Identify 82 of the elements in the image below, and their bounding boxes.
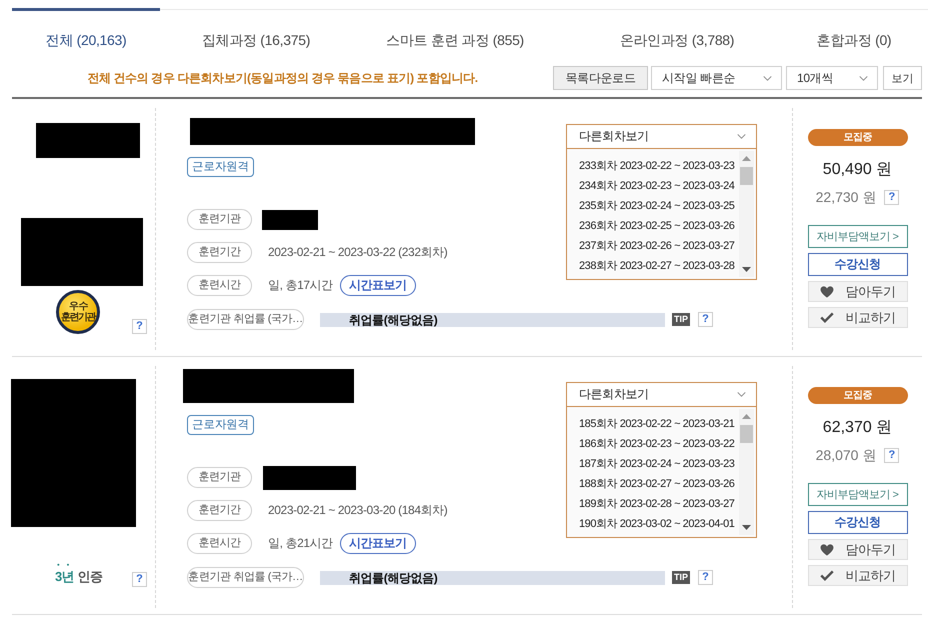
scroll-up-icon[interactable] [742,156,751,161]
redacted-block [262,210,318,230]
chevron-down-icon [737,134,746,139]
chevron-down-icon [737,392,746,397]
check-icon [820,312,834,323]
badge-text: 우 수 [69,301,87,312]
detail-value: 일, 총17시간 [268,277,333,294]
session-option[interactable]: 185회차 2023-02-22 ~ 2023-03-21 [579,414,734,434]
download-button[interactable]: 목록다운로드 [553,66,648,90]
status-badge: 모집중 [808,129,908,146]
chevron-down-icon [763,76,772,80]
session-option[interactable]: 233회차 2023-02-22 ~ 2023-03-23 [579,156,734,176]
cost-view-button[interactable]: 자비부담액보기 > [808,225,908,248]
session-option[interactable]: 187회차 2023-02-24 ~ 2023-03-23 [579,454,734,474]
detail-value: 일, 총21시간 [268,535,333,552]
scroll-up-icon[interactable] [742,414,751,419]
session-option[interactable]: 234회차 2023-02-23 ~ 2023-03-24 [579,176,734,196]
detail-label: 훈련시간 [187,533,252,554]
notice-text: 전체 건수의 경우 다른회차보기(동일과정의 경우 묶음으로 표기) 포함입니다. [86,70,479,86]
help-button[interactable]: ? [698,570,713,585]
compare-button[interactable]: 비교하기 [808,565,908,586]
scrollbar-thumb[interactable] [740,167,753,185]
check-icon [820,570,834,581]
tab[interactable]: 집체과정 (16,375) [160,8,352,57]
sort-select[interactable]: 시작일 빠른순 [651,66,782,90]
employment-rate-bar: 취업률(해당없음) [320,570,665,584]
tip-badge[interactable]: TIP [672,571,690,584]
heart-icon [820,286,834,298]
help-button[interactable]: ? [132,572,147,587]
tab[interactable]: 전체 (20,163) [12,8,160,57]
timetable-button[interactable]: 시간표보기 [340,533,416,554]
tab[interactable]: 스마트 훈련 과정 (855) [352,8,558,57]
page-size-select[interactable]: 10개씩 [786,66,878,90]
course-tag: 근로자원격 [187,157,254,177]
course-tag: 근로자원격 [187,415,254,435]
tab[interactable]: 혼합과정 (0) [796,8,912,57]
price-text: 62,370 원 [822,418,892,438]
status-badge: 모집중 [808,387,908,404]
save-button[interactable]: 담아두기 [808,539,908,560]
session-option[interactable]: 188회차 2023-02-27 ~ 2023-03-26 [579,474,734,494]
chevron-down-icon [859,76,868,80]
detail-label: 훈련기간 [187,242,252,263]
compare-button[interactable]: 비교하기 [808,307,908,328]
session-option[interactable]: 235회차 2023-02-24 ~ 2023-03-25 [579,196,734,216]
help-button[interactable]: ? [884,190,900,204]
self-pay-text: 28,070 원 [816,446,876,465]
session-option[interactable]: 238회차 2023-02-27 ~ 2023-03-28 [579,256,734,276]
cost-view-button[interactable]: 자비부담액보기 > [808,483,908,506]
save-button[interactable]: 담아두기 [808,281,908,302]
help-button[interactable]: ? [132,319,147,334]
detail-value: 2023-02-21 ~ 2023-03-20 (184회차) [268,502,448,519]
badge-text: 훈련기관 [61,312,95,323]
tab[interactable]: 온라인과정 (3,788) [558,8,796,57]
session-option[interactable]: 236회차 2023-02-25 ~ 2023-03-26 [579,216,734,236]
certification-label: 3년 인증 [55,568,102,586]
detail-value: 2023-02-21 ~ 2023-03-22 (232회차) [268,244,448,261]
heart-icon [820,544,834,556]
apply-button[interactable]: 수강신청 [808,253,908,276]
scroll-down-icon[interactable] [742,267,751,272]
view-button[interactable]: 보기 [883,66,922,90]
employment-rate-label: 훈련기관 취업률 (국가… [187,567,304,588]
scrollbar[interactable] [739,151,754,277]
detail-label: 훈련시간 [187,275,252,296]
help-button[interactable]: ? [698,312,713,327]
detail-label: 훈련기관 [187,467,252,488]
session-option[interactable]: 189회차 2023-02-28 ~ 2023-03-27 [579,494,734,514]
employment-rate-bar: 취업률(해당없음) [320,312,665,326]
tip-badge[interactable]: TIP [672,313,690,326]
scroll-down-icon[interactable] [742,525,751,530]
session-option[interactable]: 190회차 2023-03-02 ~ 2023-04-01 [579,514,734,534]
detail-label: 훈련기간 [187,500,252,521]
detail-label: 훈련기관 [187,209,252,230]
timetable-button[interactable]: 시간표보기 [340,275,416,296]
employment-rate-label: 훈련기관 취업률 (국가… [187,309,304,330]
help-button[interactable]: ? [884,448,900,462]
scrollbar-thumb[interactable] [740,425,753,443]
apply-button[interactable]: 수강신청 [808,511,908,534]
session-option[interactable]: 186회차 2023-02-23 ~ 2023-03-22 [579,434,734,454]
scrollbar[interactable] [739,409,754,535]
price-text: 50,490 원 [822,160,892,180]
session-option[interactable]: 237회차 2023-02-26 ~ 2023-03-27 [579,236,734,256]
self-pay-text: 22,730 원 [816,188,876,207]
